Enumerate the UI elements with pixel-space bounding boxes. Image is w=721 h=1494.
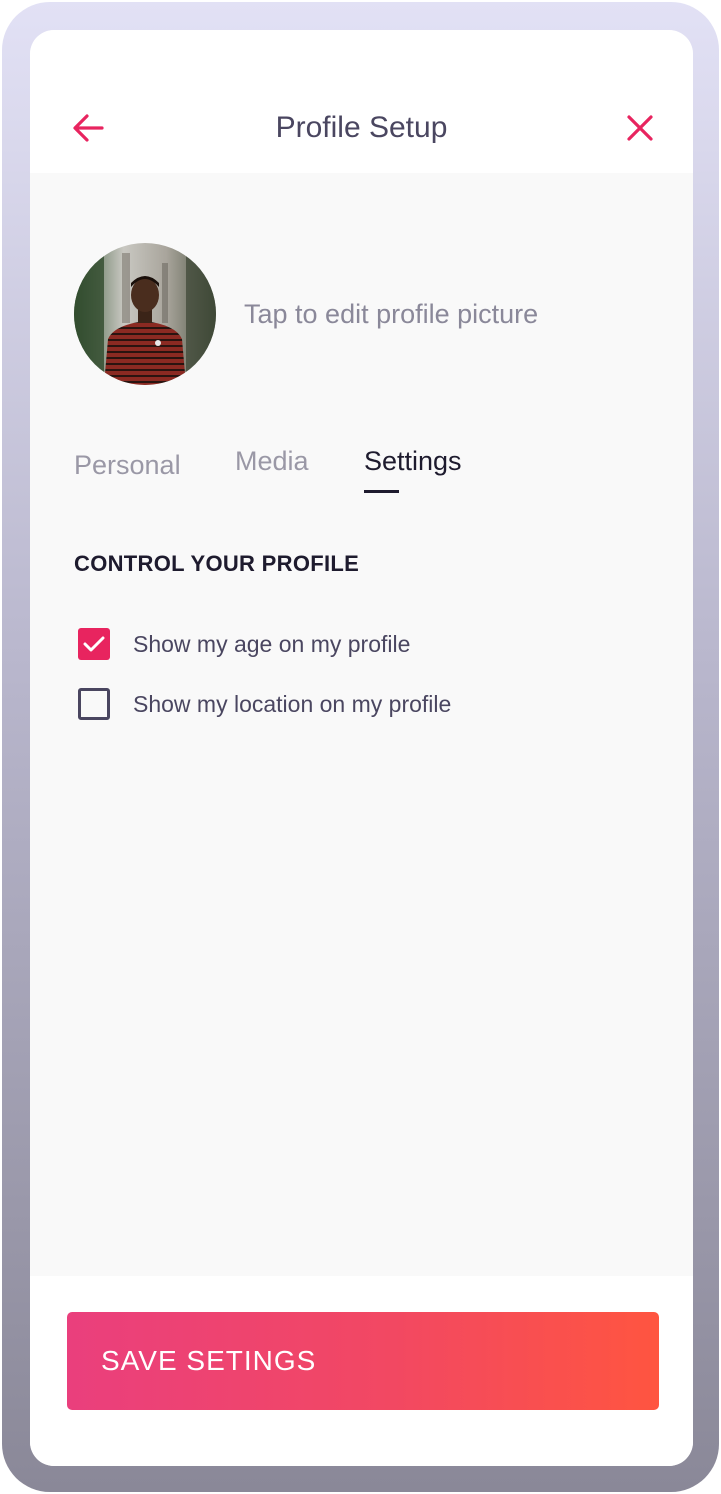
- active-tab-indicator: [364, 490, 399, 493]
- tab-media[interactable]: Media: [235, 438, 309, 484]
- avatar[interactable]: [74, 243, 216, 385]
- profile-tabs: Personal Media Settings: [74, 438, 634, 498]
- avatar-photo: [74, 243, 216, 385]
- option-show-location[interactable]: Show my location on my profile: [78, 684, 451, 724]
- edit-avatar-hint[interactable]: Tap to edit profile picture: [244, 294, 538, 334]
- tab-personal[interactable]: Personal: [74, 442, 181, 488]
- option-show-age[interactable]: Show my age on my profile: [78, 624, 410, 664]
- app-screen: Profile Setup Tap to edit profile pictur…: [30, 30, 693, 1466]
- show-age-checkbox[interactable]: [78, 628, 110, 660]
- device-frame: Profile Setup Tap to edit profile pictur…: [2, 2, 719, 1492]
- show-location-checkbox[interactable]: [78, 688, 110, 720]
- checkmark-icon: [83, 636, 105, 652]
- option-label: Show my location on my profile: [133, 690, 452, 717]
- top-bar: Profile Setup: [30, 30, 693, 173]
- save-settings-button[interactable]: SAVE SETINGS: [67, 1312, 659, 1410]
- close-icon: [627, 115, 653, 141]
- option-label: Show my age on my profile: [133, 630, 411, 657]
- tab-settings[interactable]: Settings: [364, 438, 462, 493]
- tab-settings-label: Settings: [364, 446, 462, 476]
- page-title: Profile Setup: [275, 111, 448, 144]
- close-button[interactable]: [622, 110, 658, 146]
- section-heading: CONTROL YOUR PROFILE: [74, 551, 360, 576]
